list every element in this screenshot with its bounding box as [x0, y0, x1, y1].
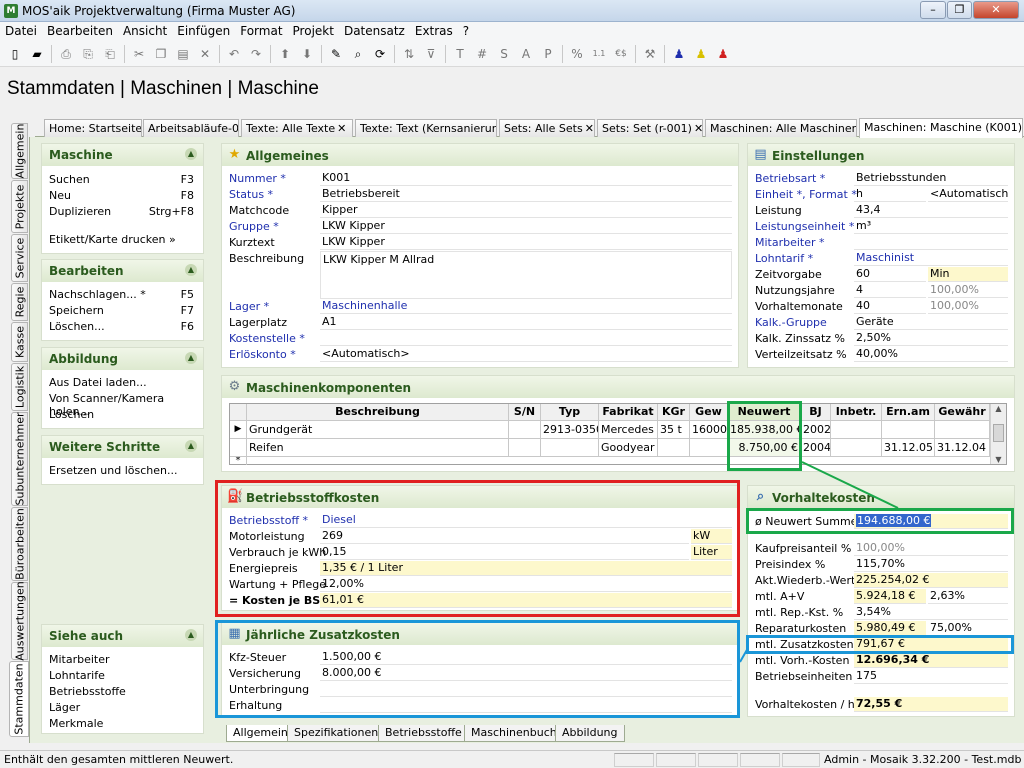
status-bar: Enthält den gesamten mittleren Neuwert. … [0, 750, 1024, 768]
status-cell [614, 753, 654, 767]
status-cell [656, 753, 696, 767]
bottom-tab-spezifikationen[interactable]: Spezifikationen [287, 725, 386, 742]
annotation-connectors [739, 461, 899, 663]
bottom-tab-allgemein[interactable]: Allgemein [226, 725, 295, 742]
bottom-tab-betriebsstoffe[interactable]: Betriebsstoffe [378, 725, 469, 742]
status-user-info: Admin - Mosaik 3.32.200 - Test.mdb [824, 753, 1022, 766]
status-cell [782, 753, 820, 767]
status-message: Enthält den gesamten mittleren Neuwert. [4, 753, 234, 766]
bottom-tab-abbildung[interactable]: Abbildung [555, 725, 625, 742]
bottom-tab-maschinenbuch[interactable]: Maschinenbuch [464, 725, 564, 742]
blue-connector-line [739, 647, 749, 663]
status-cell [698, 753, 738, 767]
green-connector-line [801, 461, 899, 509]
status-cell [740, 753, 780, 767]
